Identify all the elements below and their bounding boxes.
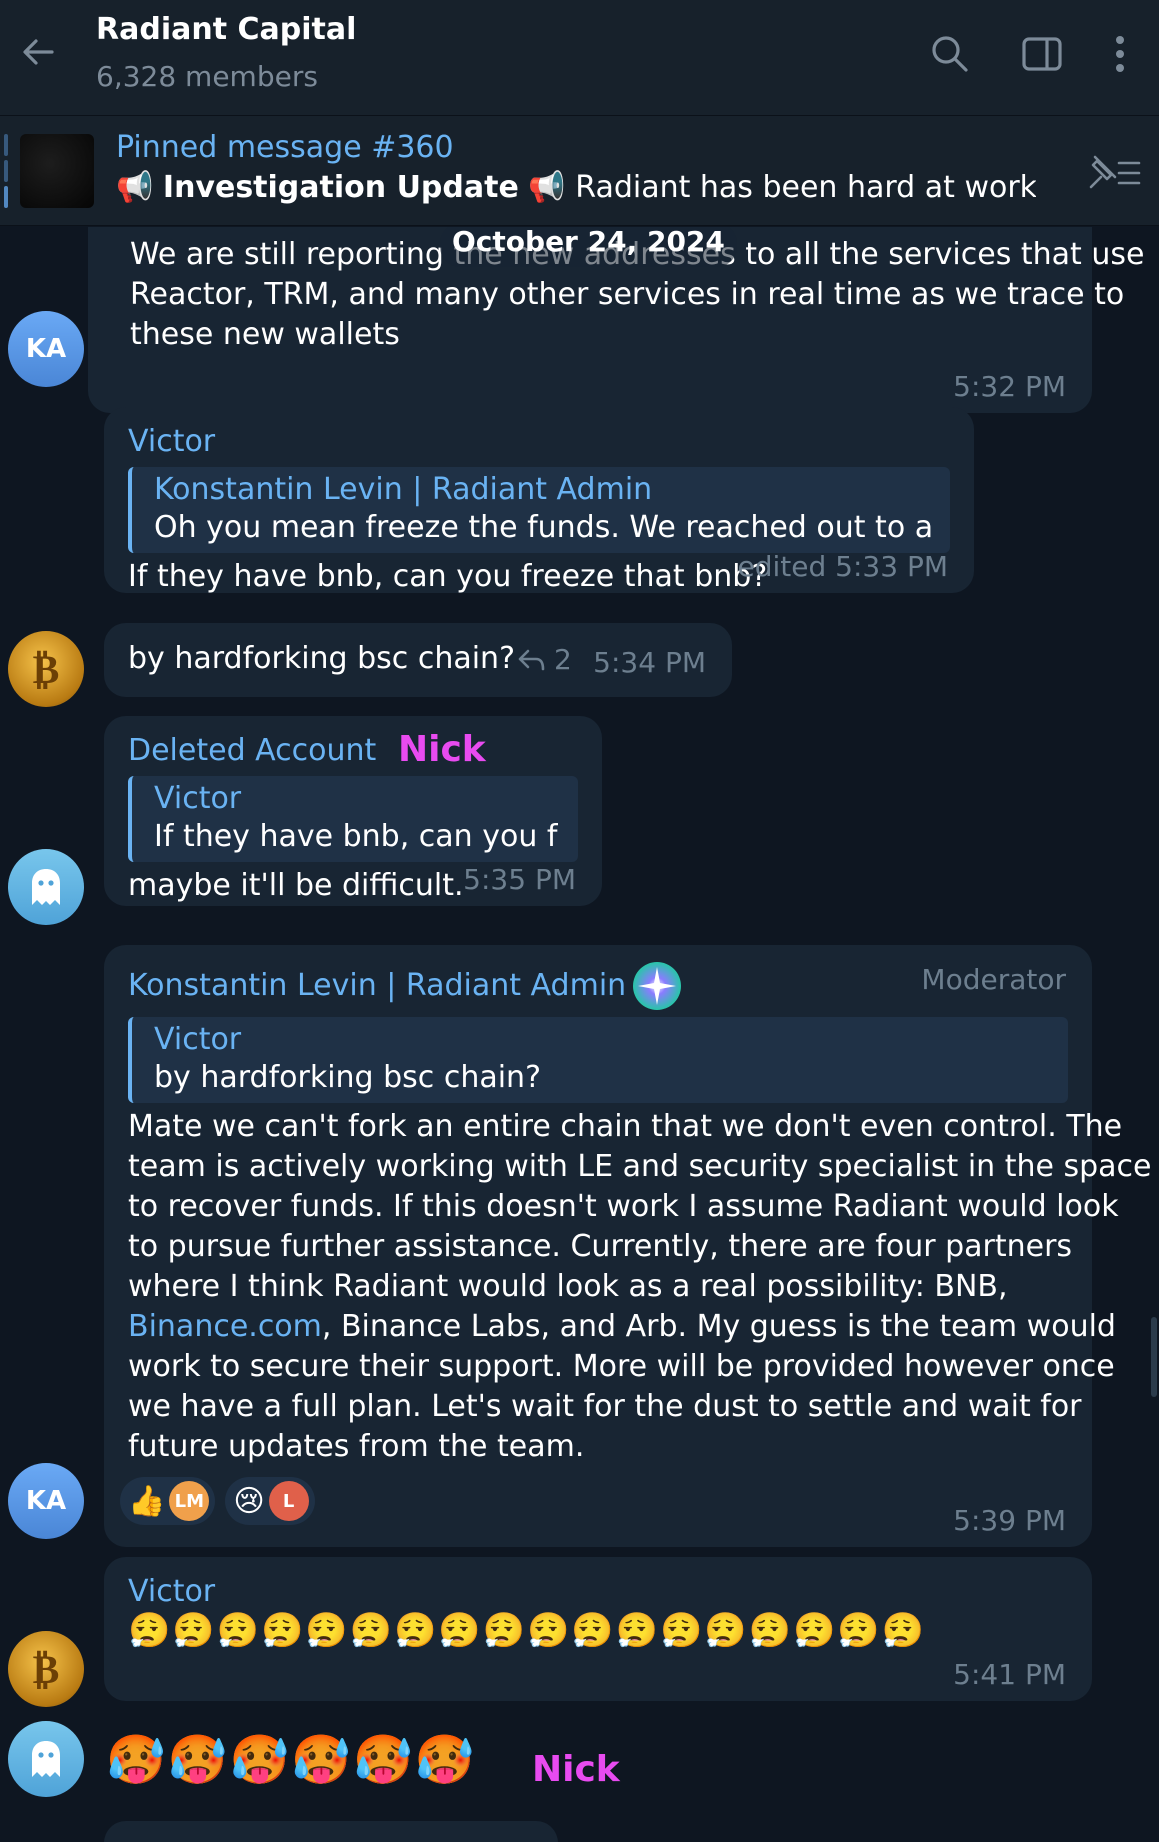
search-button[interactable] <box>924 28 976 80</box>
pinned-indicator <box>4 134 8 208</box>
sender-name[interactable]: Deleted Account <box>128 732 578 770</box>
message-bubble-partial[interactable] <box>104 1821 558 1842</box>
pinned-preview-text: Radiant has been hard at work wi... <box>575 170 1036 205</box>
chat-title[interactable]: Radiant Capital <box>96 12 356 47</box>
reply-quote[interactable]: Victor by hardforking bsc chain? <box>128 1017 1068 1103</box>
message-time: 5:34 PM <box>593 646 706 679</box>
bitcoin-coin-icon: ₿ <box>32 645 60 693</box>
megaphone-icon: 📢 <box>528 170 566 205</box>
pinned-preview: 📢 Investigation Update 📢 Radiant has bee… <box>116 170 1036 205</box>
sidebar-panel-icon <box>1022 37 1062 71</box>
reply-text: by hardforking bsc chain? <box>154 1060 541 1095</box>
message-text-line: we have a full plan. Let's wait for the … <box>128 1389 1082 1424</box>
reply-sender: Victor <box>154 781 242 816</box>
reply-text: Oh you mean freeze the funds. We reached… <box>154 510 932 545</box>
sender-name[interactable]: Victor <box>128 1573 1068 1611</box>
pinned-thumbnail <box>20 134 94 208</box>
nick-annotation: Nick <box>532 1749 620 1790</box>
reaction-thumbs-up[interactable]: 👍 LM <box>120 1477 216 1525</box>
pinned-list-button[interactable] <box>1081 146 1145 196</box>
message-text-line: to recover funds. If this doesn't work I… <box>128 1189 1119 1224</box>
scrollbar-thumb[interactable] <box>1151 1317 1157 1397</box>
back-arrow-icon <box>23 39 54 65</box>
reply-count-badge[interactable]: 2 <box>516 643 572 676</box>
reaction-crying[interactable]: 😢 L <box>225 1477 315 1525</box>
message-text-line: Reactor, TRM, and many other services in… <box>130 277 1125 312</box>
ghost-icon <box>32 1741 60 1777</box>
reaction-user-avatar: L <box>268 1481 309 1521</box>
reply-count: 2 <box>554 643 572 676</box>
avatar[interactable]: KA <box>8 311 84 387</box>
date-separator: October 24, 2024 <box>440 227 737 267</box>
message-text-line: work to secure their support. More will … <box>128 1349 1115 1384</box>
reply-quote[interactable]: Konstantin Levin | Radiant Admin Oh you … <box>128 467 950 553</box>
avatar[interactable] <box>8 1721 84 1797</box>
back-button[interactable] <box>14 28 62 76</box>
avatar[interactable] <box>8 849 84 925</box>
pinned-bold-text: Investigation Update <box>162 170 519 205</box>
reply-sender: Victor <box>154 1022 242 1057</box>
message-time: 5:39 PM <box>953 1504 1066 1537</box>
message-list[interactable]: label initial stolen funds but not the l… <box>0 227 1159 1842</box>
sender-name[interactable]: Victor <box>128 423 950 461</box>
message-text-line: team is actively working with LE and sec… <box>128 1149 1152 1184</box>
verified-sparkle-icon <box>633 962 682 1010</box>
message-text-line: to pursue further assistance. Currently,… <box>128 1229 1073 1264</box>
binance-link[interactable]: Binance.com <box>128 1309 322 1344</box>
crying-face-icon: 😢 <box>233 1483 265 1519</box>
sidebar-toggle-button[interactable] <box>1016 28 1068 80</box>
avatar[interactable]: KA <box>8 1463 84 1539</box>
message-text-line: future updates from the team. <box>128 1429 585 1464</box>
reply-arrow-icon <box>518 649 545 670</box>
message-time: 5:35 PM <box>463 863 576 896</box>
avatar[interactable]: ₿ <box>8 1631 84 1707</box>
more-menu-button[interactable] <box>1096 28 1144 80</box>
message-bubble[interactable]: Deleted Account Victor If they have bnb,… <box>104 716 602 906</box>
message-text-line: Mate we can't fork an entire chain that … <box>128 1109 1123 1144</box>
message-text-line: where I think Radiant would look as a re… <box>128 1269 1008 1304</box>
member-count: 6,328 members <box>96 60 318 93</box>
reactions-row: 👍 LM 😢 L <box>120 1477 1068 1525</box>
ghost-icon <box>32 869 60 905</box>
thumbs-up-icon: 👍 <box>128 1483 166 1519</box>
pinned-title: Pinned message #360 <box>116 130 454 165</box>
megaphone-icon: 📢 <box>116 170 154 205</box>
chat-header: Radiant Capital 6,328 members <box>0 0 1159 116</box>
message-time: 5:32 PM <box>953 370 1066 403</box>
moderator-badge: Moderator <box>921 963 1066 996</box>
emoji-message: 😮‍💨😮‍💨😮‍💨😮‍💨😮‍💨😮‍💨😮‍💨😮‍💨😮‍💨😮‍💨😮‍💨😮‍💨😮‍💨😮… <box>128 1611 927 1651</box>
nick-annotation: Nick <box>398 729 486 770</box>
message-text-line: these new wallets <box>130 317 400 352</box>
avatar[interactable]: ₿ <box>8 631 84 707</box>
message-time: edited 5:33 PM <box>737 550 948 583</box>
pinned-message-bar[interactable]: Pinned message #360 📢 Investigation Upda… <box>0 116 1159 226</box>
sender-name[interactable]: Konstantin Levin | Radiant Admin <box>128 967 626 1005</box>
message-time: 5:41 PM <box>953 1658 1066 1691</box>
bitcoin-coin-icon: ₿ <box>32 1645 60 1693</box>
message-bubble[interactable]: Konstantin Levin | Radiant Admin Moderat… <box>104 945 1152 1547</box>
reply-quote[interactable]: Victor If they have bnb, can you fr... <box>128 776 578 862</box>
reply-sender: Konstantin Levin | Radiant Admin <box>154 472 653 507</box>
message-bubble[interactable]: Victor 😮‍💨😮‍💨😮‍💨😮‍💨😮‍💨😮‍💨😮‍💨😮‍💨😮‍💨😮‍💨😮‍💨… <box>104 1557 1092 1701</box>
pin-list-icon <box>1089 155 1141 189</box>
reply-text: If they have bnb, can you fr... <box>154 819 560 854</box>
message-bubble[interactable]: Victor Konstantin Levin | Radiant Admin … <box>104 407 974 594</box>
reaction-user-avatar: LM <box>169 1481 210 1521</box>
message-bubble[interactable]: by hardforking bsc chain? 2 5:34 PM <box>104 623 732 697</box>
message-text-segment: , Binance Labs, and Arb. My guess is the… <box>321 1309 1116 1344</box>
search-icon <box>932 36 968 72</box>
more-vertical-icon <box>1116 36 1124 72</box>
emoji-message: 🥵🥵🥵🥵🥵🥵 <box>106 1732 477 1788</box>
